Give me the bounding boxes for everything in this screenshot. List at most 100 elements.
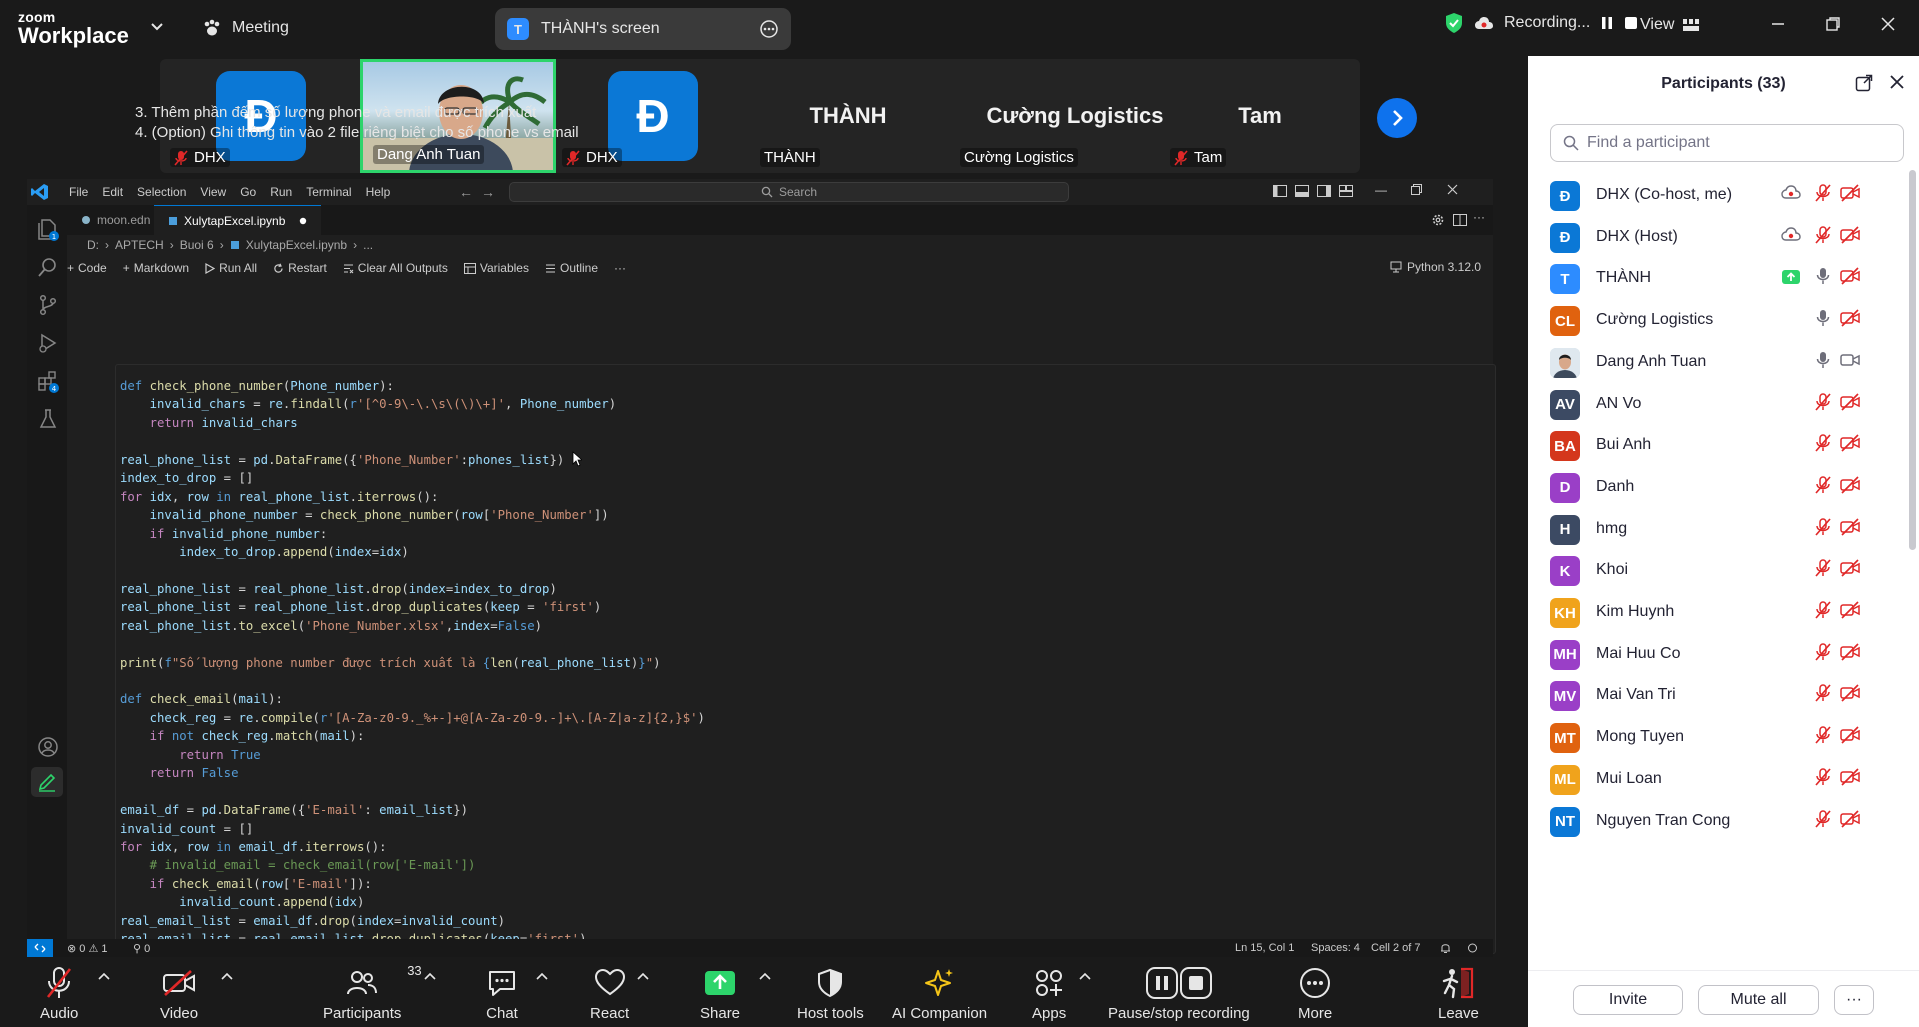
- vscode-close-icon[interactable]: [1447, 184, 1458, 195]
- video-off-icon[interactable]: [1840, 517, 1860, 536]
- menu-terminal[interactable]: Terminal: [306, 185, 351, 199]
- vscode-restore-icon[interactable]: [1411, 184, 1422, 195]
- ports-count[interactable]: ⚲ 0: [133, 942, 150, 955]
- code-line[interactable]: invalid_phone_number = check_phone_numbe…: [120, 506, 705, 524]
- code-line[interactable]: def check_phone_number(Phone_number):: [120, 377, 705, 395]
- breadcrumb-item[interactable]: D:: [87, 238, 99, 252]
- leave-button[interactable]: Leave: [1438, 965, 1479, 1022]
- editor-more-icon[interactable]: ···: [1473, 210, 1485, 224]
- participants-options-caret-icon[interactable]: [424, 971, 436, 981]
- code-line[interactable]: for idx, row in email_df.iterrows():: [120, 838, 705, 856]
- source-control-icon[interactable]: [36, 293, 60, 317]
- code-line[interactable]: real_phone_list = pd.DataFrame({'Phone_N…: [120, 451, 705, 469]
- mic-muted-icon[interactable]: [1814, 476, 1832, 494]
- run-debug-icon[interactable]: [36, 331, 60, 355]
- menu-go[interactable]: Go: [240, 185, 256, 199]
- mic-muted-icon[interactable]: [1814, 809, 1832, 828]
- menu-file[interactable]: File: [69, 185, 88, 199]
- code-line[interactable]: index_to_drop = []: [120, 469, 705, 487]
- video-off-icon[interactable]: [1840, 684, 1860, 702]
- chevron-down-icon[interactable]: [150, 20, 164, 34]
- share-button[interactable]: Share: [700, 965, 740, 1022]
- mic-muted-icon[interactable]: [1814, 434, 1832, 452]
- layout-secondary-icon[interactable]: [1317, 185, 1331, 197]
- close-icon[interactable]: [1880, 16, 1896, 32]
- vscode-minimize-icon[interactable]: —: [1375, 183, 1387, 197]
- video-tile[interactable]: THÀNH THÀNH: [750, 59, 946, 173]
- bell-icon[interactable]: [1440, 942, 1451, 954]
- remote-indicator-icon[interactable]: [27, 939, 53, 957]
- variables-button[interactable]: Variables: [463, 261, 529, 275]
- layout-panel-icon[interactable]: [1295, 185, 1309, 197]
- menu-run[interactable]: Run: [270, 185, 292, 199]
- mic-muted-icon[interactable]: [1814, 392, 1832, 411]
- popout-icon[interactable]: [1855, 74, 1873, 92]
- mic-muted-icon[interactable]: [1814, 225, 1832, 244]
- problems-count[interactable]: ⊗ 0 ⚠ 1: [67, 942, 107, 955]
- code-line[interactable]: index_to_drop.append(index=idx): [120, 543, 705, 561]
- account-icon[interactable]: [36, 735, 60, 759]
- code-line[interactable]: if not check_reg.match(mail):: [120, 727, 705, 745]
- indentation[interactable]: Spaces: 4: [1311, 942, 1360, 954]
- code-line[interactable]: real_email_list = email_df.drop(index=in…: [120, 912, 705, 930]
- breadcrumb-item[interactable]: Buoi 6: [180, 238, 214, 252]
- code-line[interactable]: return True: [120, 746, 705, 764]
- video-off-icon[interactable]: [1840, 768, 1860, 786]
- code-line[interactable]: print (f"Số lượng phone number được trích…: [120, 654, 705, 672]
- clear-outputs-button[interactable]: Clear All Outputs: [343, 261, 448, 275]
- code-editor[interactable]: def check_phone_number(Phone_number): in…: [120, 377, 705, 949]
- settings-gear-icon[interactable]: [1431, 213, 1445, 227]
- tab-moon-edn[interactable]: moon.edn: [67, 205, 164, 235]
- mic-muted-icon[interactable]: [1814, 601, 1832, 619]
- mic-muted-icon[interactable]: [1814, 642, 1832, 661]
- code-line[interactable]: real_phone_list = real_phone_list.drop_d…: [120, 598, 705, 616]
- mic-icon[interactable]: [1816, 351, 1830, 369]
- breadcrumb-item[interactable]: XulytapExcel.ipynb: [246, 238, 347, 252]
- search-icon[interactable]: [36, 255, 60, 279]
- react-options-caret-icon[interactable]: [637, 971, 649, 981]
- view-button[interactable]: View: [1640, 16, 1700, 34]
- split-editor-icon[interactable]: [1453, 213, 1467, 227]
- find-participant-input[interactable]: Find a participant: [1550, 124, 1904, 162]
- mic-muted-icon[interactable]: [1814, 184, 1832, 202]
- more-button[interactable]: More: [1298, 965, 1332, 1022]
- chat-options-caret-icon[interactable]: [536, 971, 548, 981]
- recording-indicator[interactable]: Recording...: [1444, 12, 1638, 34]
- code-line[interactable]: [120, 672, 705, 690]
- menu-selection[interactable]: Selection: [137, 185, 186, 199]
- code-line[interactable]: for idx, row in real_phone_list.iterrows…: [120, 488, 705, 506]
- menu-edit[interactable]: Edit: [102, 185, 123, 199]
- menu-view[interactable]: View: [200, 185, 226, 199]
- code-line[interactable]: invalid_chars = re.findall(r'[^0-9\-\.\s…: [120, 395, 705, 413]
- video-off-icon[interactable]: [1840, 726, 1860, 744]
- meeting-menu[interactable]: Meeting: [202, 18, 289, 38]
- audio-button[interactable]: Audio: [40, 965, 78, 1022]
- video-off-icon[interactable]: [1840, 476, 1860, 494]
- ellipsis-icon[interactable]: [759, 19, 779, 39]
- code-line[interactable]: check_reg = re.compile(r'[A-Za-z0-9._%+-…: [120, 709, 705, 727]
- close-icon[interactable]: [1889, 74, 1905, 90]
- mic-muted-icon[interactable]: [1814, 768, 1832, 786]
- code-line[interactable]: real_phone_list.to_excel('Phone_Number.x…: [120, 617, 705, 635]
- mic-icon[interactable]: [1816, 309, 1830, 327]
- layout-sidebar-icon[interactable]: [1273, 185, 1287, 197]
- breadcrumb-item[interactable]: ...: [363, 238, 373, 252]
- video-tile[interactable]: Tam Tam: [1160, 59, 1360, 173]
- minimize-icon[interactable]: [1770, 16, 1786, 32]
- pause-icon[interactable]: [1600, 16, 1614, 30]
- annotate-pen-icon[interactable]: [31, 767, 63, 797]
- code-line[interactable]: invalid_count = []: [120, 820, 705, 838]
- video-options-caret-icon[interactable]: [221, 971, 233, 981]
- code-line[interactable]: email_df = pd.DataFrame({'E-mail': email…: [120, 801, 705, 819]
- shared-screen-pill[interactable]: T THÀNH's screen: [495, 8, 791, 50]
- video-off-icon[interactable]: [1840, 267, 1860, 285]
- code-line[interactable]: real_phone_list = real_phone_list.drop(i…: [120, 580, 705, 598]
- tab-xulytapexcel[interactable]: XulytapExcel.ipynb: [154, 205, 322, 235]
- mic-icon[interactable]: [1816, 267, 1830, 285]
- apps-options-caret-icon[interactable]: [1079, 971, 1091, 981]
- testing-icon[interactable]: [36, 407, 60, 431]
- react-button[interactable]: React: [590, 965, 629, 1022]
- mic-muted-icon[interactable]: [1814, 559, 1832, 577]
- video-off-icon[interactable]: [1840, 309, 1860, 327]
- participants-more-button[interactable]: ···: [1834, 985, 1874, 1015]
